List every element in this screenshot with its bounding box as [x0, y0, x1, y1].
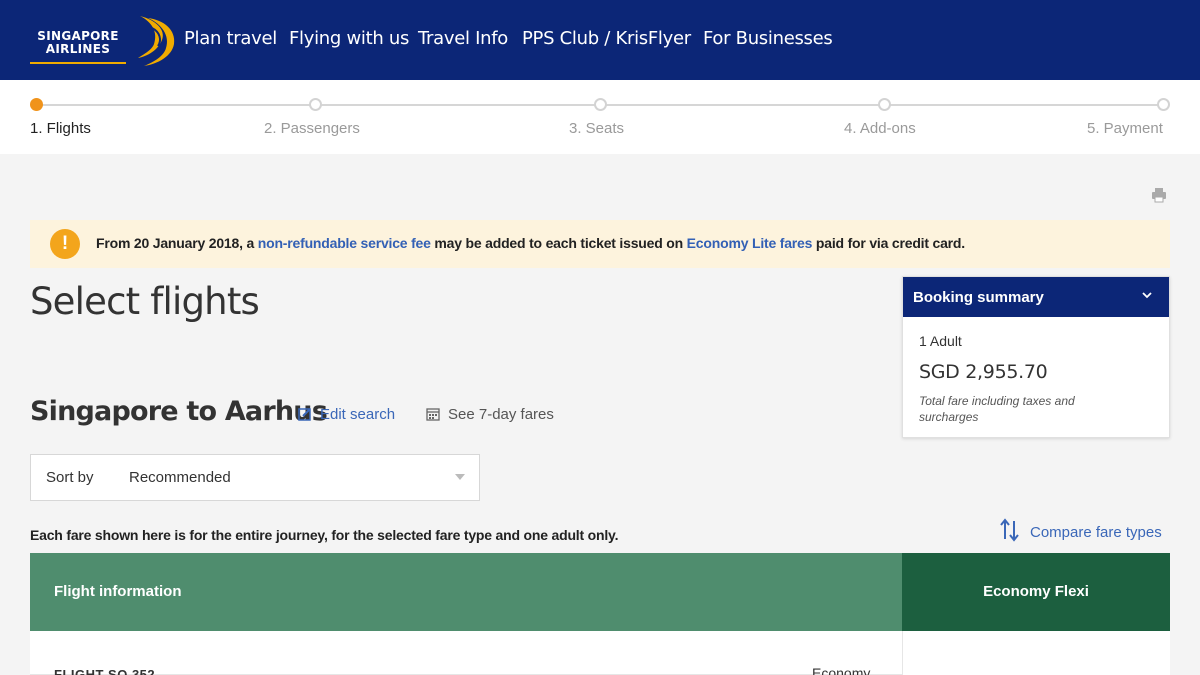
economy-flexi-header[interactable]: Economy Flexi: [902, 553, 1170, 631]
step-dot-payment: [1157, 98, 1170, 111]
economy-flexi-header-label: Economy Flexi: [983, 583, 1089, 600]
step-label-flights: 1. Flights: [30, 120, 91, 137]
nav-travel-info[interactable]: Travel Info: [418, 28, 508, 49]
kris-bird-icon: [138, 16, 175, 66]
price-note: Total fare including taxes and surcharge…: [919, 394, 1075, 424]
logo-text-line2: AIRLINES: [45, 42, 111, 56]
nav-plan-travel[interactable]: Plan travel: [184, 28, 277, 49]
edit-search-link[interactable]: Edit search: [298, 406, 395, 423]
service-fee-link[interactable]: non-refundable service fee: [258, 235, 431, 251]
notice-text-part2: may be added to each ticket issued on: [430, 235, 687, 251]
edit-icon: [298, 408, 311, 421]
print-icon[interactable]: [1151, 187, 1167, 203]
step-label-payment: 5. Payment: [1087, 120, 1163, 137]
compare-fare-types-label: Compare fare types: [1030, 524, 1162, 541]
calendar-icon: [426, 408, 440, 421]
logo-underline: [30, 62, 126, 64]
warning-icon: !: [50, 229, 80, 259]
cabin-class: Economy: [812, 665, 871, 675]
sort-by-value: Recommended: [129, 469, 231, 486]
economy-flexi-fare-cell[interactable]: [902, 631, 1170, 675]
table-row[interactable]: FLIGHT SQ 352 Economy: [30, 631, 902, 675]
step-dot-add-ons: [878, 98, 891, 111]
flight-information-header-label: Flight information: [54, 583, 182, 600]
seven-day-fares-label: See 7-day fares: [448, 406, 554, 423]
compare-fare-types-link[interactable]: Compare fare types: [1000, 517, 1162, 543]
singapore-airlines-logo[interactable]: SINGAPORE AIRLINES: [28, 14, 178, 68]
step-label-passengers: 2. Passengers: [264, 120, 360, 137]
total-price: SGD 2,955.70: [919, 361, 1048, 383]
step-label-seats: 3. Seats: [569, 120, 625, 137]
nav-for-businesses[interactable]: For Businesses: [703, 28, 833, 49]
step-label-add-ons: 4. Add-ons: [844, 120, 916, 137]
notice-text-part1: From 20 January 2018, a: [96, 235, 258, 251]
booking-summary-title: Booking summary: [913, 289, 1044, 306]
service-fee-notice: ! From 20 January 2018, a non-refundable…: [30, 220, 1170, 268]
seven-day-fares-link[interactable]: See 7-day fares: [426, 406, 554, 423]
route-title: Singapore to Aarhus: [30, 396, 328, 427]
notice-text-part3: paid for via credit card.: [812, 235, 965, 251]
sort-by-label: Sort by: [46, 469, 94, 486]
notice-text: From 20 January 2018, a non-refundable s…: [96, 235, 965, 251]
flight-number: FLIGHT SQ 352: [54, 667, 156, 675]
chevron-down-icon: [1142, 292, 1152, 299]
sort-by-select[interactable]: Sort by Recommended: [30, 454, 480, 501]
step-dot-passengers: [309, 98, 322, 111]
passenger-count: 1 Adult: [919, 333, 962, 349]
top-navigation: SINGAPORE AIRLINES Plan travel Flying wi…: [0, 0, 1200, 80]
economy-lite-fares-link[interactable]: Economy Lite fares: [687, 235, 813, 251]
nav-pps-club-krisflyer[interactable]: PPS Club / KrisFlyer: [522, 28, 691, 49]
booking-summary-panel: Booking summary 1 Adult SGD 2,955.70 Tot…: [902, 276, 1170, 438]
edit-search-label: Edit search: [320, 406, 396, 423]
caret-down-icon: [455, 474, 465, 480]
flight-information-header: Flight information: [30, 553, 902, 631]
fare-disclaimer: Each fare shown here is for the entire j…: [30, 527, 619, 543]
page-title: Select flights: [30, 280, 260, 323]
sort-arrows-icon: [1000, 518, 1019, 542]
step-dot-seats: [594, 98, 607, 111]
booking-progress-stepper: 1. Flights 2. Passengers 3. Seats 4. Add…: [0, 80, 1200, 154]
booking-summary-toggle[interactable]: Booking summary: [903, 277, 1169, 317]
nav-flying-with-us[interactable]: Flying with us: [289, 28, 409, 49]
step-dot-flights: [30, 98, 43, 111]
